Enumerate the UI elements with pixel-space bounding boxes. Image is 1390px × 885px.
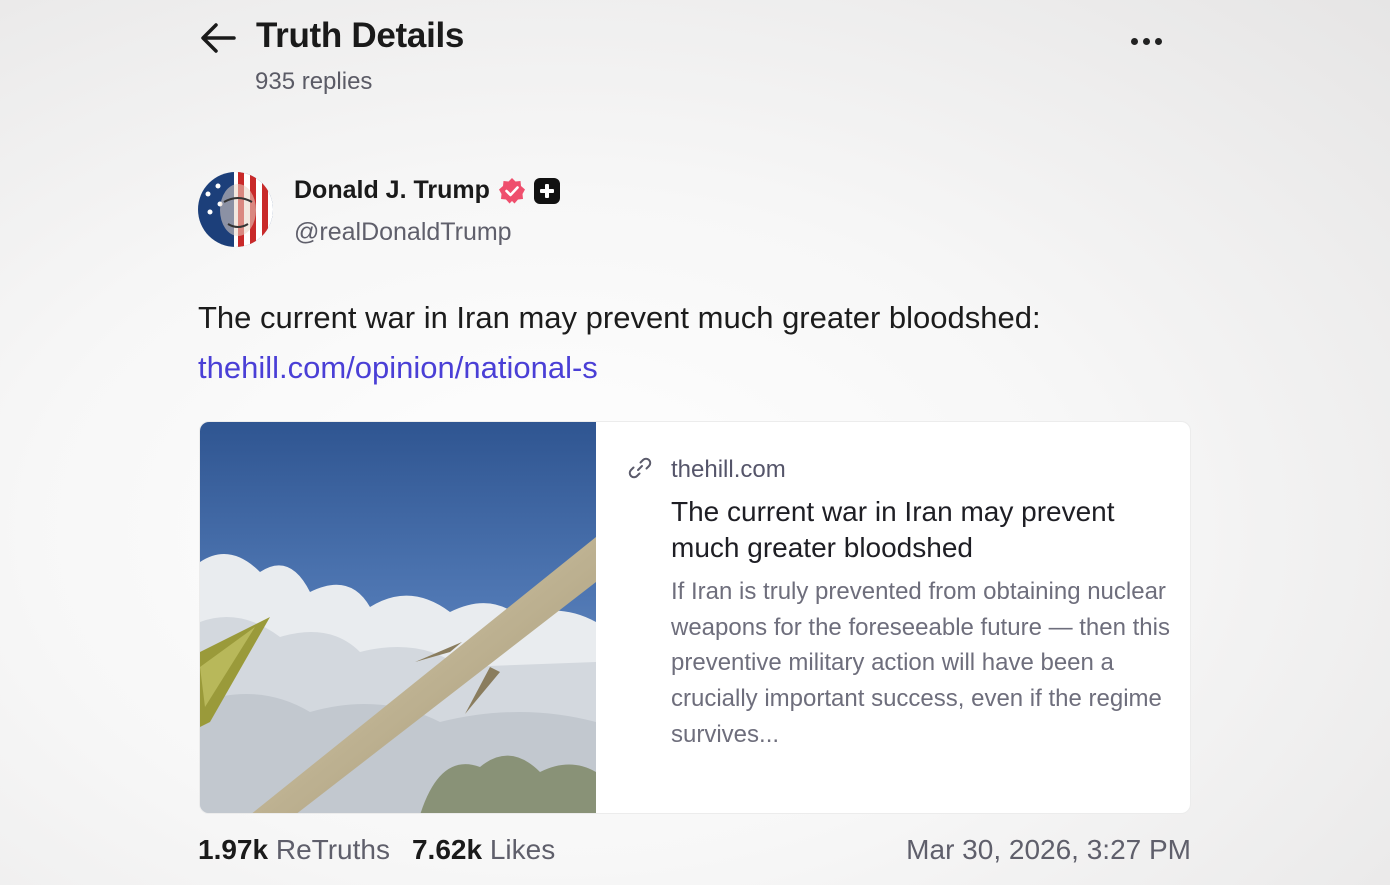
likes-stat[interactable]: 7.62k Likes xyxy=(412,834,555,866)
verified-badge-icon xyxy=(498,177,525,203)
more-dots-icon xyxy=(1130,37,1138,45)
likes-label: Likes xyxy=(489,834,556,865)
link-preview-image xyxy=(200,422,596,813)
page-header: Truth Details 935 replies xyxy=(198,14,1168,104)
post-author: Donald J. Trump @realDonaldTrump xyxy=(198,172,798,252)
link-description: If Iran is truly prevented from obtainin… xyxy=(671,578,1170,748)
link-domain: thehill.com xyxy=(671,456,786,483)
link-preview-card[interactable]: thehill.com The current war in Iran may … xyxy=(199,421,1191,814)
post-text: The current war in Iran may prevent much… xyxy=(198,300,1041,335)
more-options-button[interactable] xyxy=(1124,28,1168,54)
link-preview-body: thehill.com The current war in Iran may … xyxy=(596,422,1190,813)
truth-plus-badge-icon xyxy=(533,177,560,204)
link-title: The current war in Iran may prevent much… xyxy=(671,496,1115,563)
reply-count: 935 replies xyxy=(255,68,373,95)
post-stats: 1.97k ReTruths 7.62k Likes xyxy=(198,834,555,866)
more-dot xyxy=(1142,37,1150,45)
retruths-stat[interactable]: 1.97k ReTruths xyxy=(198,834,390,866)
retruths-label: ReTruths xyxy=(275,834,390,865)
post-timestamp: Mar 30, 2026, 3:27 PM xyxy=(906,834,1191,865)
likes-count: 7.62k xyxy=(411,834,483,865)
author-name-row: Donald J. Trump xyxy=(294,176,560,205)
author-name[interactable]: Donald J. Trump xyxy=(294,176,490,205)
more-dot xyxy=(1154,37,1162,45)
link-icon xyxy=(628,457,652,479)
arrow-left-icon xyxy=(201,23,236,53)
author-handle[interactable]: @realDonaldTrump xyxy=(294,218,512,247)
avatar[interactable] xyxy=(198,172,273,247)
post-link[interactable]: thehill.com/opinion/national-s xyxy=(198,348,598,388)
retruths-count: 1.97k xyxy=(198,834,269,865)
back-button[interactable] xyxy=(198,20,238,56)
page-title: Truth Details xyxy=(256,16,465,55)
